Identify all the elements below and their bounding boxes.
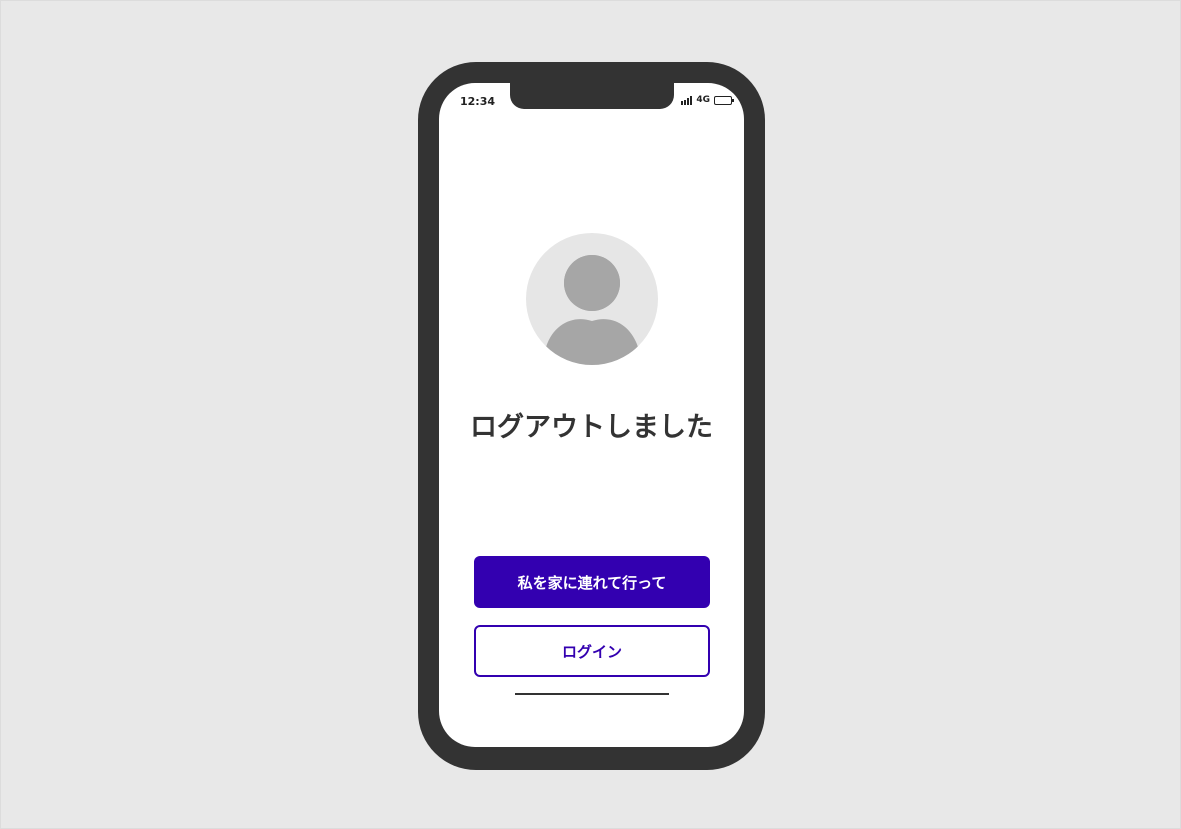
user-avatar-icon [526,233,658,365]
phone-frame: 12:34 4G ログアウトしました 私を家に連れて行って ログイン [418,62,765,770]
home-indicator[interactable] [515,693,669,695]
login-button[interactable]: ログイン [474,625,710,677]
phone-screen: 12:34 4G ログアウトしました 私を家に連れて行って ログイン [439,83,744,747]
canvas: 12:34 4G ログアウトしました 私を家に連れて行って ログイン [0,0,1181,829]
network-label: 4G [696,95,710,105]
go-home-button[interactable]: 私を家に連れて行って [474,556,710,608]
signal-icon [681,95,693,105]
battery-icon [714,95,734,105]
status-icons: 4G [681,95,734,105]
page-title: ログアウトしました [470,412,713,443]
status-time: 12:34 [460,95,496,108]
notch [510,83,674,109]
